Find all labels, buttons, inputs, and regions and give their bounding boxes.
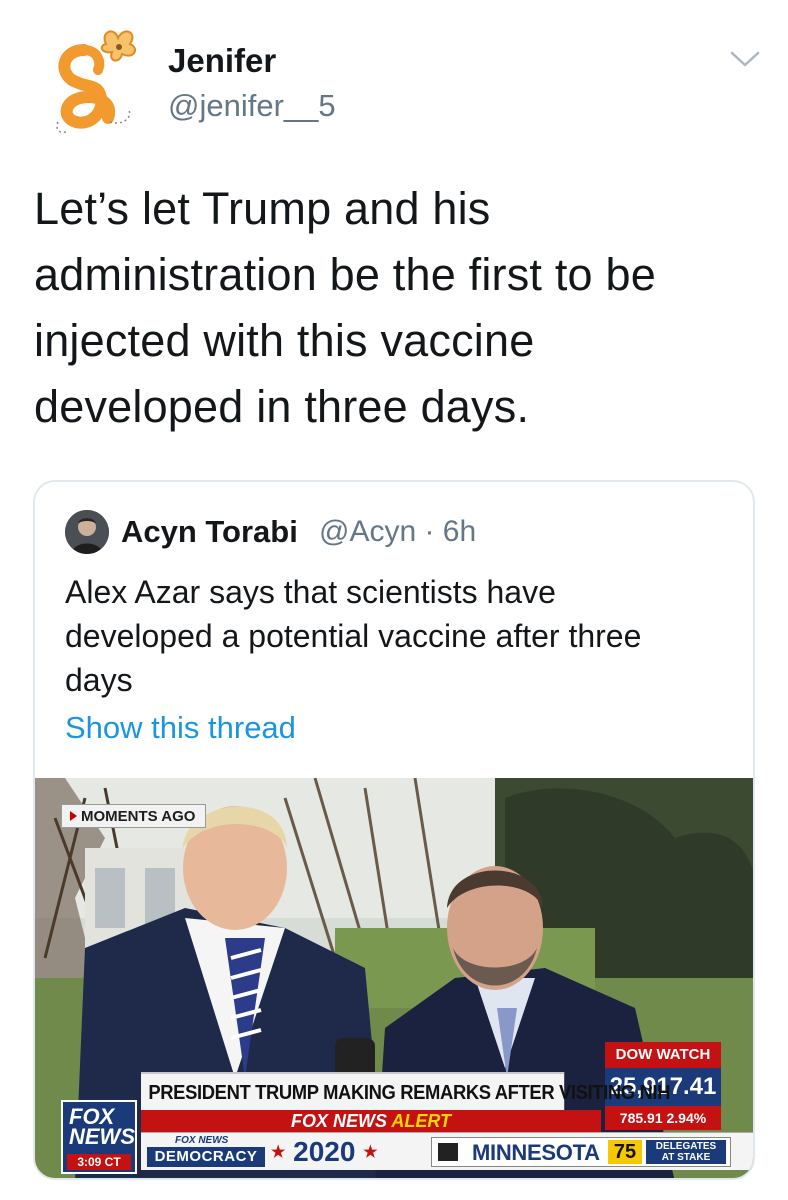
quoted-tweet-text: Alex Azar says that scientists have deve…	[65, 570, 725, 702]
quoted-author-name[interactable]: Acyn Torabi	[121, 514, 298, 550]
election-year: ★ 2020 ★	[271, 1133, 378, 1172]
broadcast-time: 3:09 CT	[67, 1154, 131, 1170]
tweet-text-line: developed in three days.	[34, 381, 530, 432]
moments-ago-badge: MOMENTS AGO	[61, 804, 207, 828]
video-still[interactable]: MOMENTS AGO DOW WATCH 25,917.41 785.91 2…	[35, 778, 753, 1178]
author-avatar[interactable]	[44, 22, 148, 140]
tweet-header: Jenifer @jenifer__5	[0, 0, 788, 170]
quoted-text-line: Alex Azar says that scientists have	[65, 574, 556, 610]
logo-news: NEWS	[69, 1124, 135, 1149]
tweet-text-line: injected with this vaccine	[34, 315, 535, 366]
year-text: 2020	[293, 1136, 356, 1167]
quoted-text-line: days	[65, 662, 133, 698]
democracy-big: DEMOCRACY	[147, 1147, 265, 1167]
delegates-line: DELEGATES	[655, 1141, 717, 1152]
ticker-bar: FOX NEWS DEMOCRACY ★ 2020 ★ MINNESOTA 75…	[141, 1132, 753, 1170]
fox-news-logo: FOX NEWS 3:09 CT	[61, 1100, 137, 1174]
delegates-count: 75	[608, 1140, 642, 1164]
delegates-label: DELEGATES AT STAKE	[646, 1140, 726, 1164]
fox-news-alert: FOX NEWS ALERT	[141, 1110, 601, 1132]
tweet-text: Let’s let Trump and his administration b…	[34, 176, 734, 440]
moments-label: MOMENTS AGO	[81, 808, 196, 825]
democracy-small: FOX NEWS	[175, 1135, 229, 1146]
show-thread-link[interactable]: Show this thread	[65, 710, 296, 746]
play-triangle-icon	[70, 811, 77, 821]
alert-fox-text: FOX NEWS	[290, 1111, 387, 1131]
quoted-text-line: developed a potential vaccine after thre…	[65, 618, 642, 654]
butterfly-logo-icon	[56, 30, 137, 134]
state-map-icon	[438, 1143, 458, 1161]
quoted-author-handle[interactable]: @Acyn · 6h	[319, 515, 476, 549]
news-chyron: PRESIDENT TRUMP MAKING REMARKS AFTER VIS…	[141, 1072, 670, 1110]
state-name: MINNESOTA	[472, 1140, 600, 1165]
tweet-text-line: administration be the first to be	[34, 249, 656, 300]
tweet-text-line: Let’s let Trump and his	[34, 183, 491, 234]
author-name[interactable]: Jenifer	[168, 42, 276, 80]
state-delegates: MINNESOTA 75 DELEGATES AT STAKE	[431, 1137, 731, 1167]
democracy-logo: FOX NEWS DEMOCRACY	[147, 1135, 267, 1169]
dow-change: 785.91 2.94%	[605, 1106, 721, 1130]
star-icon: ★	[363, 1144, 378, 1161]
star-icon: ★	[271, 1144, 286, 1161]
dow-title: DOW WATCH	[605, 1042, 721, 1068]
delegates-line: AT STAKE	[661, 1152, 711, 1163]
quoted-tweet-card[interactable]: Acyn Torabi @Acyn · 6h Alex Azar says th…	[33, 480, 755, 1180]
author-handle[interactable]: @jenifer__5	[168, 88, 336, 124]
quoted-author-avatar[interactable]	[65, 510, 109, 554]
alert-word: ALERT	[391, 1111, 452, 1131]
chevron-down-icon[interactable]	[728, 48, 762, 70]
